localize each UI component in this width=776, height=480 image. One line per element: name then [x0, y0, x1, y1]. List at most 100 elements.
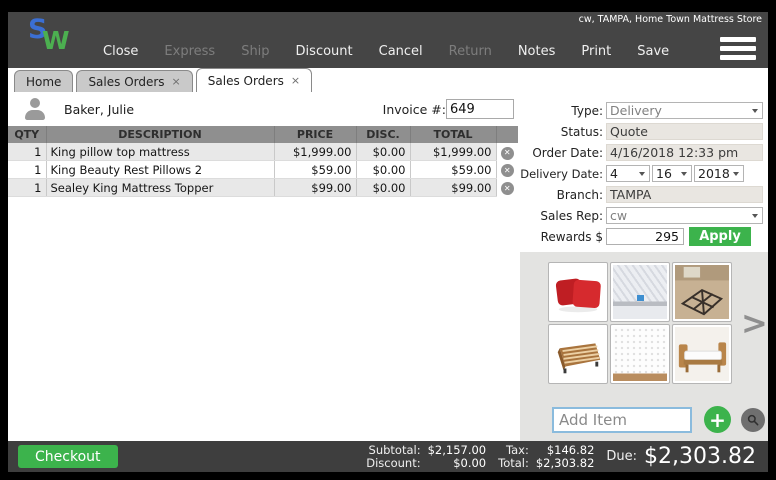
cell-disc: $0.00: [356, 178, 411, 197]
table-header-row: QTY DESCRIPTION PRICE DISC. TOTAL: [8, 126, 518, 143]
invoice-label: Invoice #:: [382, 101, 446, 117]
apply-rewards-button[interactable]: Apply: [689, 227, 751, 246]
totals-bar: Checkout Subtotal: $2,157.00 Discount: $…: [8, 441, 768, 472]
add-item-button[interactable]: +: [704, 406, 731, 433]
rewards-label: Rewards $: [540, 229, 603, 244]
branch-label: Branch:: [556, 187, 603, 202]
delivery-year-select[interactable]: 2018: [694, 165, 744, 182]
order-items-table: QTY DESCRIPTION PRICE DISC. TOTAL 1 King…: [8, 126, 518, 197]
main-menu: Close Express Ship Discount Cancel Retur…: [90, 44, 682, 59]
table-row[interactable]: 1 King Beauty Rest Pillows 2 $59.00 $0.0…: [8, 160, 518, 179]
customer-row: Baker, Julie Invoice #:: [8, 92, 520, 126]
topbar: cw, TAMPA, Home Town Mattress Store S W …: [8, 12, 768, 68]
account-label: cw, TAMPA, Home Town Mattress Store: [578, 14, 762, 25]
hamburger-menu-icon[interactable]: [720, 33, 756, 60]
delivery-day-select[interactable]: 16: [652, 165, 692, 182]
wood-daybed[interactable]: [672, 324, 732, 384]
order-details-panel: Type: Delivery Status: Quote Order Date:…: [520, 92, 768, 441]
checkout-button[interactable]: Checkout: [18, 445, 118, 468]
app-window: cw, TAMPA, Home Town Mattress Store S W …: [8, 12, 768, 472]
menu-cancel[interactable]: Cancel: [366, 44, 436, 59]
cell-qty: 1: [8, 178, 47, 197]
cell-total: $1,999.00: [410, 143, 497, 161]
search-icon: [747, 414, 759, 425]
content-area: Baker, Julie Invoice #: QTY DESCRIPTION …: [8, 92, 768, 441]
col-disc: DISC.: [356, 126, 411, 143]
sales-rep-select[interactable]: cw: [606, 207, 763, 224]
tab-sales-orders-2[interactable]: Sales Orders ×: [195, 68, 313, 92]
totals-summary: Subtotal: $2,157.00 Discount: $0.00 Tax:…: [366, 442, 756, 470]
metal-bed-frame[interactable]: [672, 262, 732, 322]
menu-discount[interactable]: Discount: [283, 44, 366, 59]
rewards-input[interactable]: [606, 228, 684, 245]
cell-qty: 1: [8, 160, 47, 179]
cell-price: $59.00: [274, 160, 357, 179]
col-delete: [496, 126, 518, 143]
subtotal-value: $2,157.00: [427, 442, 487, 457]
branch-field: TAMPA: [606, 186, 763, 203]
type-label: Type:: [571, 103, 603, 118]
cell-disc: $0.00: [356, 143, 411, 161]
delivery-month-select[interactable]: 4: [606, 165, 650, 182]
col-qty: QTY: [8, 126, 47, 143]
product-thumbnails: [548, 262, 732, 384]
menu-save[interactable]: Save: [624, 44, 682, 59]
col-price: PRICE: [274, 126, 357, 143]
status-label: Status:: [560, 124, 603, 139]
pillow-top-mattress-corner[interactable]: [610, 262, 670, 322]
table-row[interactable]: 1 Sealey King Mattress Topper $99.00 $0.…: [8, 178, 518, 197]
logo-letter-w: W: [42, 26, 70, 55]
total-label: Total:: [498, 455, 529, 470]
white-mattress-corner[interactable]: [610, 324, 670, 384]
menu-ship: Ship: [241, 44, 270, 59]
tab-label: Home: [26, 74, 62, 89]
sales-rep-label: Sales Rep:: [540, 208, 603, 223]
cell-total: $99.00: [410, 178, 497, 197]
menu-return: Return: [448, 44, 492, 59]
delivery-date-group: 4 16 2018: [606, 165, 763, 182]
order-panel: Baker, Julie Invoice #: QTY DESCRIPTION …: [8, 92, 520, 441]
wood-slat-platform-bed[interactable]: [548, 324, 608, 384]
status-field: Quote: [606, 123, 763, 140]
customer-avatar-icon: [22, 97, 48, 121]
cell-total: $59.00: [410, 160, 497, 179]
add-item-row: +: [552, 406, 768, 433]
col-total: TOTAL: [410, 126, 497, 143]
total-value: $2,303.82: [535, 455, 595, 470]
red-throw-pillows[interactable]: [548, 262, 608, 322]
tax-label: Tax:: [506, 442, 529, 457]
invoice-input[interactable]: [446, 99, 514, 119]
cell-description: King pillow top mattress: [46, 143, 275, 161]
delete-row-icon[interactable]: ✕: [500, 182, 514, 196]
tab-label: Sales Orders: [207, 73, 284, 88]
type-select[interactable]: Delivery: [606, 102, 763, 119]
cell-price: $99.00: [274, 178, 357, 197]
menu-notes[interactable]: Notes: [505, 44, 569, 59]
delete-row-icon[interactable]: ✕: [500, 146, 514, 160]
cell-description: King Beauty Rest Pillows 2: [46, 160, 275, 179]
search-item-button[interactable]: [741, 407, 765, 432]
customer-name[interactable]: Baker, Julie: [64, 102, 134, 117]
subtotal-label: Subtotal:: [368, 442, 421, 457]
tab-home[interactable]: Home: [14, 70, 74, 92]
menu-express: Express: [164, 44, 216, 59]
next-products-icon[interactable]: >: [741, 307, 768, 339]
order-date-label: Order Date:: [532, 145, 603, 160]
product-media-section: > +: [520, 252, 768, 441]
delete-row-icon[interactable]: ✕: [500, 164, 514, 178]
table-row[interactable]: 1 King pillow top mattress $1,999.00 $0.…: [8, 143, 518, 161]
app-logo: S W: [22, 14, 82, 66]
discount-value: $0.00: [453, 455, 487, 470]
cell-disc: $0.00: [356, 160, 411, 179]
invoice-group: Invoice #:: [383, 99, 514, 119]
order-details-form: Type: Delivery Status: Quote Order Date:…: [520, 92, 768, 247]
menu-print[interactable]: Print: [568, 44, 624, 59]
tab-label: Sales Orders: [88, 74, 165, 89]
menu-close[interactable]: Close: [90, 44, 151, 59]
tab-bar: Home Sales Orders × Sales Orders ×: [8, 68, 768, 92]
close-tab-icon[interactable]: ×: [172, 76, 181, 87]
tab-sales-orders-1[interactable]: Sales Orders ×: [76, 70, 193, 92]
add-item-input[interactable]: [552, 406, 692, 433]
close-tab-icon[interactable]: ×: [291, 75, 300, 86]
col-description: DESCRIPTION: [46, 126, 275, 143]
